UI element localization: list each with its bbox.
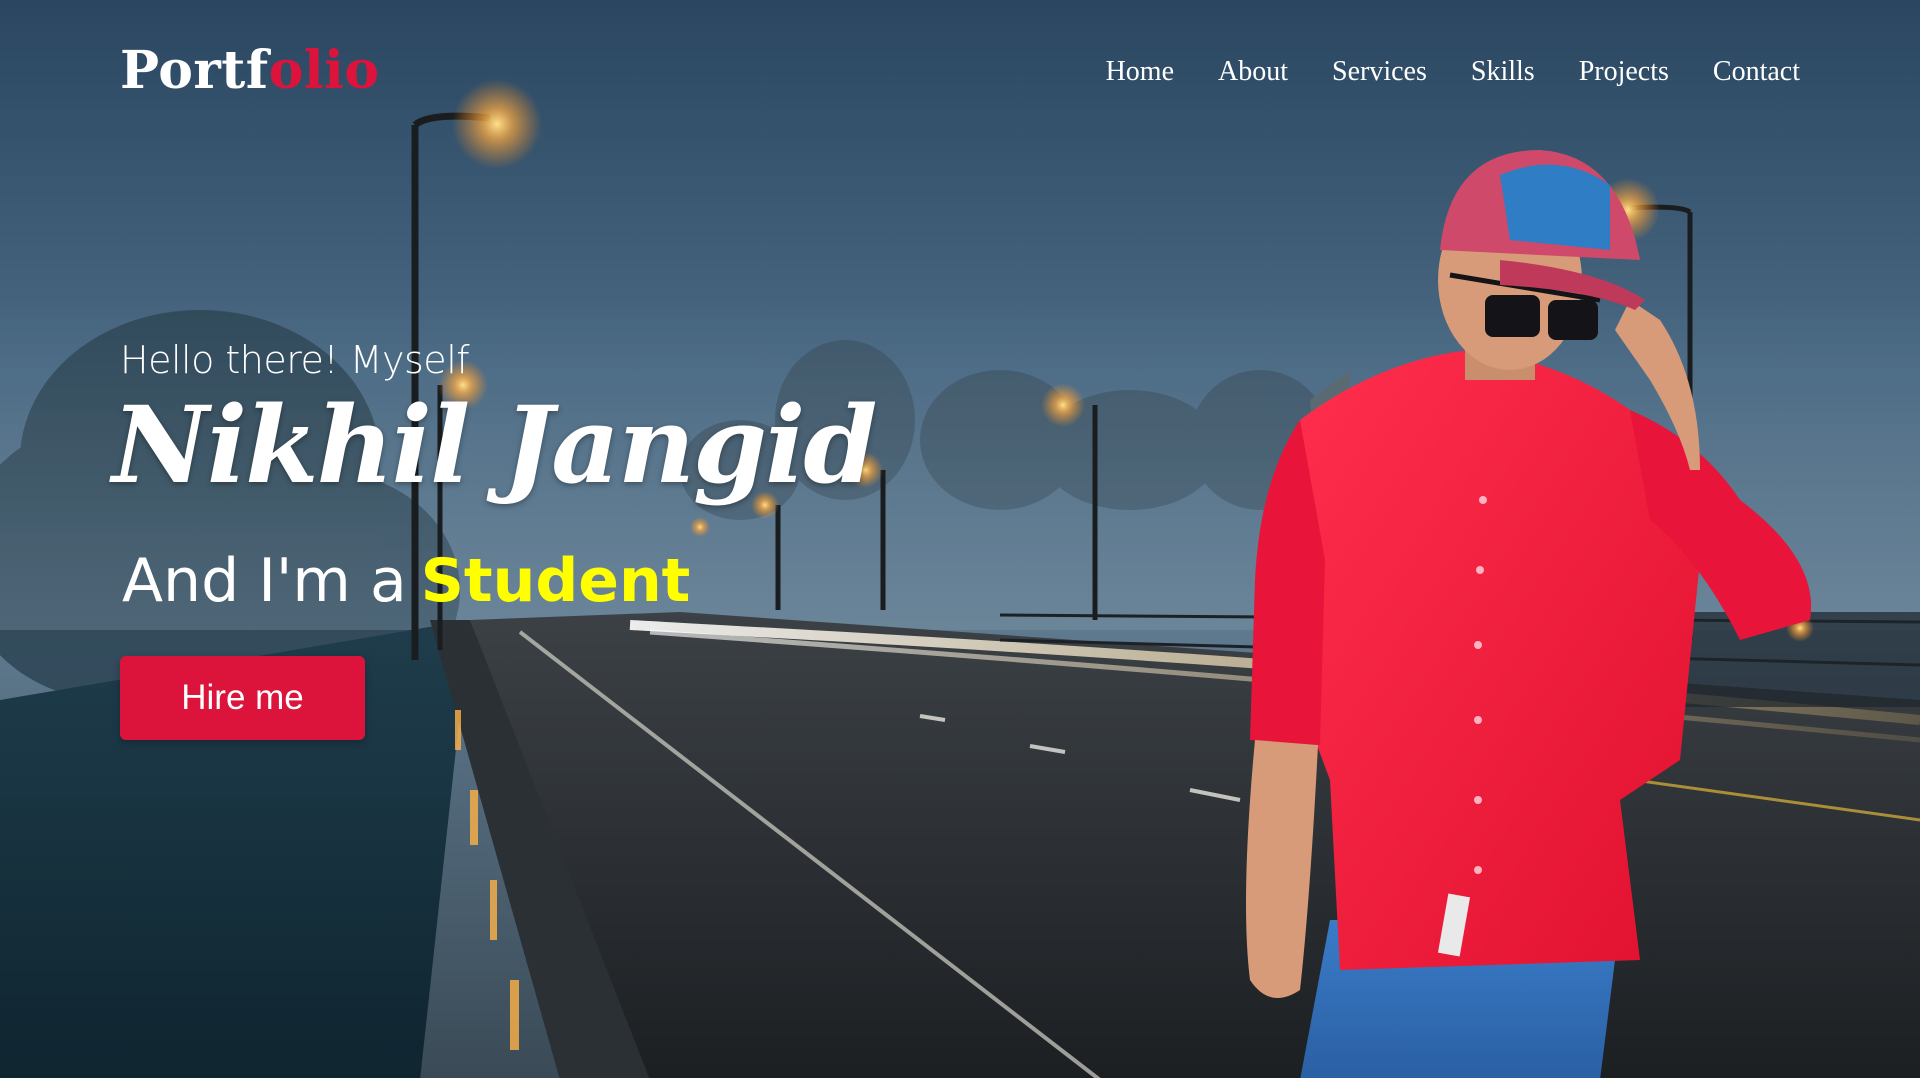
hero-section: Portfolio Home About Services Skills Pro… — [0, 0, 1920, 1080]
logo-text-prefix: Portf — [120, 40, 269, 101]
hero-role-highlight: Student — [420, 546, 691, 616]
nav-link-projects[interactable]: Projects — [1579, 56, 1669, 88]
nav-link-skills[interactable]: Skills — [1471, 56, 1535, 88]
nav-link-about[interactable]: About — [1218, 56, 1288, 88]
hero-name: Nikhil Jangid — [112, 382, 878, 507]
hire-me-button[interactable]: Hire me — [120, 656, 365, 740]
hero-role-prefix: And I'm a — [122, 546, 407, 616]
nav-menu: Home About Services Skills Projects Cont… — [1106, 56, 1800, 88]
nav-link-home[interactable]: Home — [1106, 56, 1174, 88]
logo-text-accent: olio — [268, 40, 380, 101]
hero-background-image — [0, 0, 1920, 1080]
site-logo[interactable]: Portfolio — [120, 40, 380, 101]
hero-role-line: And I'm a Student — [122, 546, 690, 616]
navbar: Portfolio Home About Services Skills Pro… — [0, 0, 1920, 150]
nav-link-services[interactable]: Services — [1332, 56, 1427, 88]
nav-link-contact[interactable]: Contact — [1713, 56, 1800, 88]
hero-intro-text: Hello there! Myself — [120, 338, 470, 382]
